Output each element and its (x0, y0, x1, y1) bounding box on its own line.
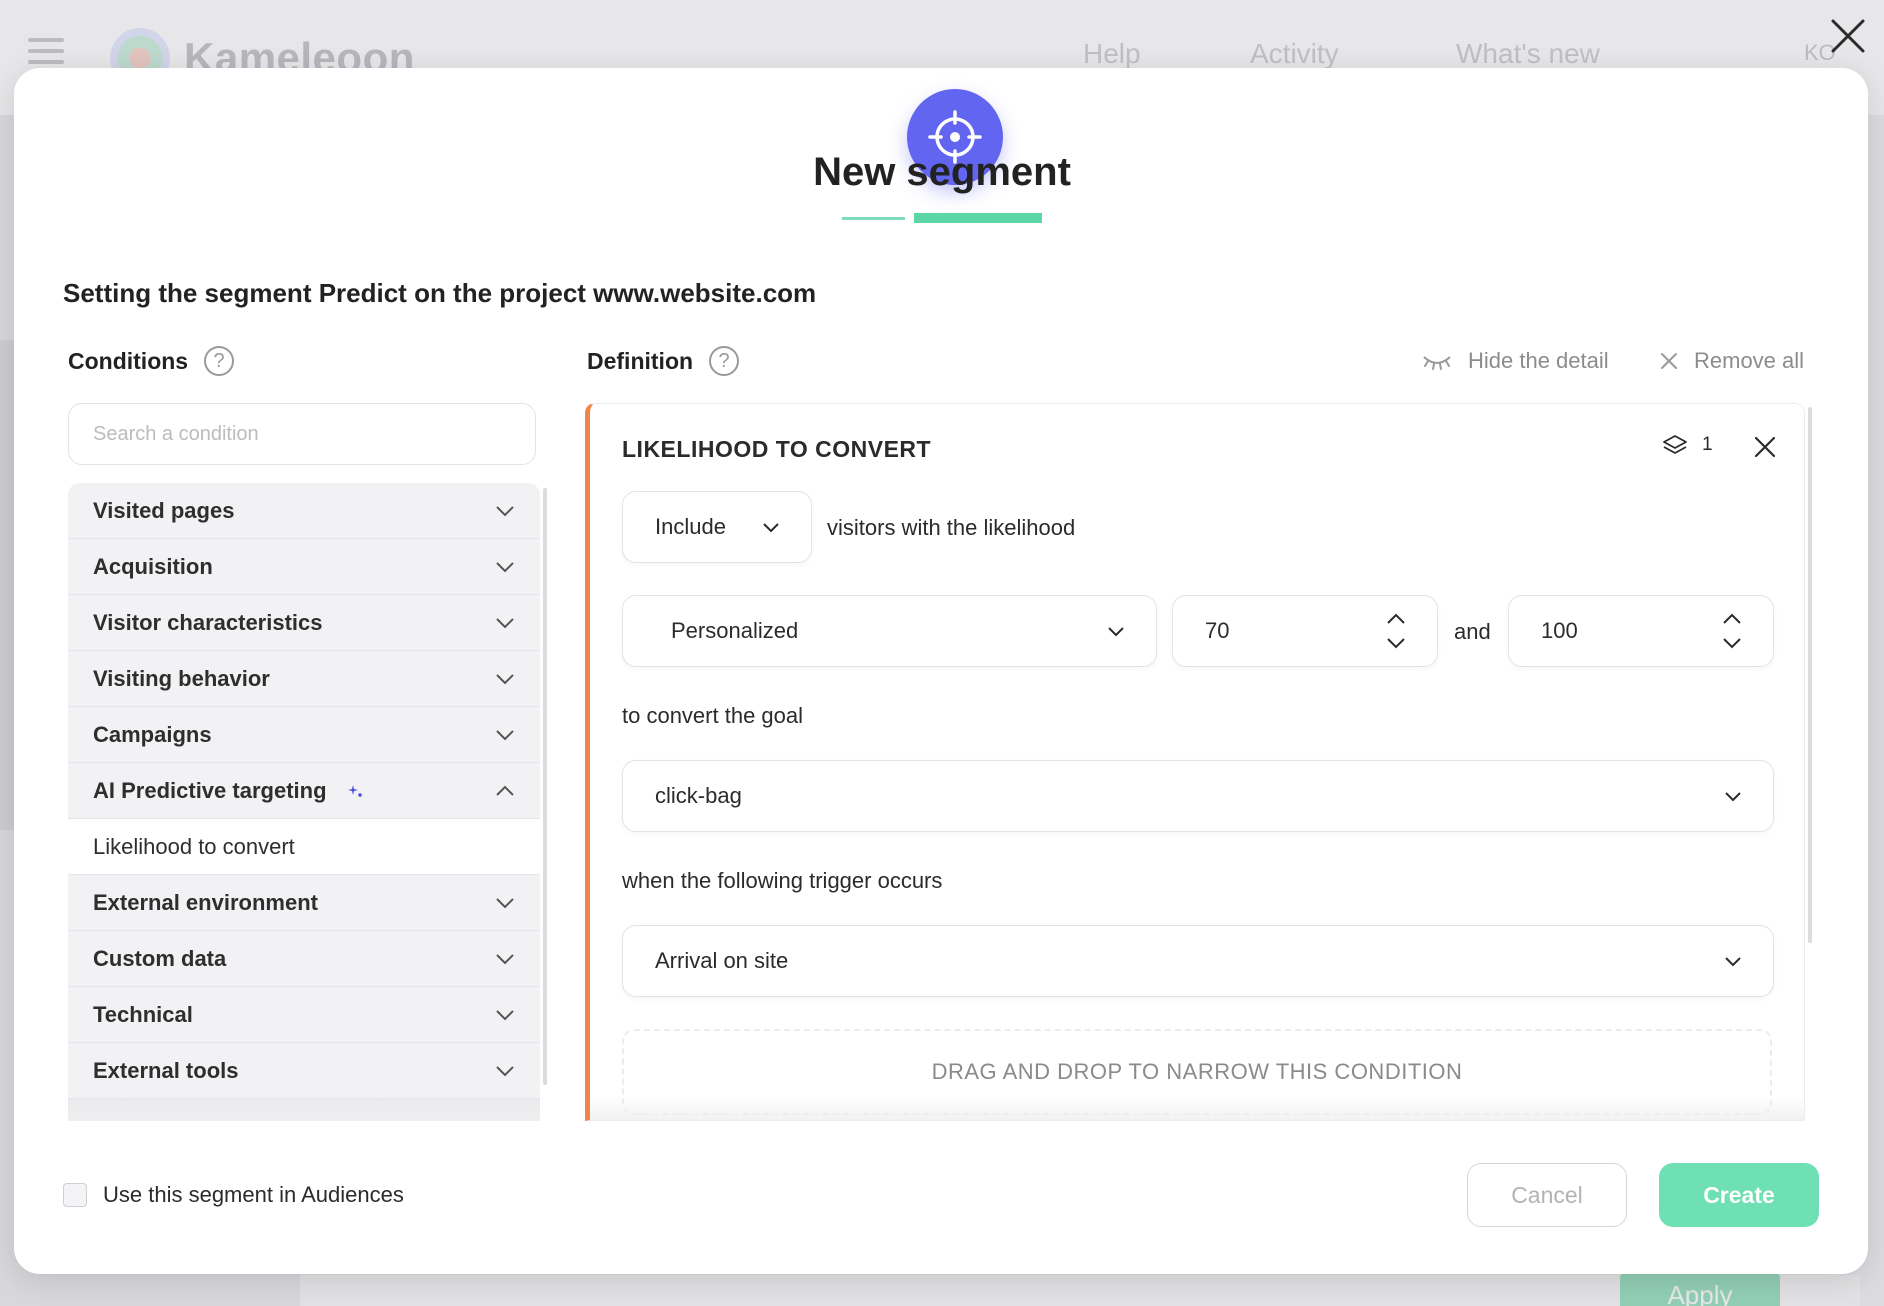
step-indicator-1 (842, 217, 905, 220)
condition-group-acquisition[interactable]: Acquisition (68, 539, 540, 595)
conditions-scrollbar[interactable] (543, 488, 547, 1085)
condition-group-label: Visited pages (93, 497, 235, 523)
condition-group-ai-predictive-targeting[interactable]: AI Predictive targeting (68, 763, 540, 819)
sparkle-icon (347, 784, 362, 797)
close-icon (1661, 353, 1677, 369)
conditions-heading: Conditions ? (68, 346, 235, 376)
chevron-down-icon (496, 561, 514, 572)
chevron-down-icon (1725, 792, 1741, 802)
eye-closed-icon (1423, 356, 1451, 370)
layers-icon (1663, 435, 1687, 454)
likelihood-mode-select[interactable]: Personalized (622, 595, 1157, 667)
chevron-down-icon (496, 897, 514, 908)
remove-all-button[interactable]: Remove all (1660, 348, 1804, 374)
condition-group-label: AI Predictive targeting (93, 777, 327, 803)
stepper-icon[interactable] (1385, 611, 1407, 651)
condition-group-label: Visitor characteristics (93, 609, 323, 635)
goal-value: click-bag (655, 783, 742, 808)
definition-heading: Definition ? (587, 346, 740, 376)
condition-group-visitor-characteristics[interactable]: Visitor characteristics (68, 595, 540, 651)
chevron-down-icon (496, 617, 514, 628)
goal-select[interactable]: click-bag (622, 760, 1774, 832)
condition-group-label: Technical (93, 1001, 193, 1027)
min-value-stepper[interactable]: 70 (1172, 595, 1438, 667)
close-modal-button[interactable] (1828, 16, 1868, 56)
likelihood-text: visitors with the likelihood (827, 515, 1076, 540)
layer-count-value: 1 (1702, 434, 1713, 455)
condition-groups-list: Visited pages Acquisition Visitor charac… (68, 483, 540, 1121)
max-value-stepper[interactable]: 100 (1508, 595, 1774, 667)
condition-group-label: Visiting behavior (93, 665, 270, 691)
condition-group-custom-data[interactable]: Custom data (68, 931, 540, 987)
close-icon[interactable] (1752, 434, 1778, 460)
conditions-label: Conditions (68, 347, 189, 374)
condition-card-likelihood: LIKELIHOOD TO CONVERT 1 Include visitors… (585, 403, 1805, 1121)
include-value: Include (655, 514, 726, 539)
condition-likelihood-to-convert[interactable]: Likelihood to convert (68, 819, 540, 875)
step-indicator-2 (914, 213, 1042, 223)
min-value: 70 (1205, 618, 1230, 643)
hide-detail-button[interactable]: Hide the detail (1422, 348, 1609, 374)
chevron-down-icon (496, 1009, 514, 1020)
cancel-button[interactable]: Cancel (1467, 1163, 1627, 1227)
max-value: 100 (1541, 618, 1578, 643)
condition-group-label: External tools (93, 1057, 239, 1083)
trigger-value: Arrival on site (655, 948, 789, 973)
condition-list-overflow (68, 1099, 540, 1121)
condition-group-label: External environment (93, 889, 318, 915)
mode-value: Personalized (671, 618, 799, 643)
search-condition-input[interactable]: Search a condition (68, 403, 536, 465)
condition-group-visiting-behavior[interactable]: Visiting behavior (68, 651, 540, 707)
modal-subtitle: Setting the segment Predict on the proje… (63, 278, 817, 308)
condition-group-label: Custom data (93, 945, 227, 971)
modal-title: New segment (813, 150, 1071, 194)
chevron-down-icon (1725, 957, 1741, 967)
trigger-select[interactable]: Arrival on site (622, 925, 1774, 997)
card-title: LIKELIHOOD TO CONVERT (622, 436, 932, 462)
goal-text: to convert the goal (622, 703, 804, 728)
condition-group-external-environment[interactable]: External environment (68, 875, 540, 931)
chevron-up-icon (496, 785, 514, 796)
condition-group-label-wrap: AI Predictive targeting (93, 778, 363, 804)
create-button[interactable]: Create (1659, 1163, 1819, 1227)
chevron-down-icon (496, 673, 514, 684)
condition-group-campaigns[interactable]: Campaigns (68, 707, 540, 763)
use-in-audiences-label: Use this segment in Audiences (103, 1182, 404, 1207)
layer-count[interactable]: 1 (1662, 434, 1713, 456)
definition-scrollbar[interactable] (1808, 407, 1812, 943)
chevron-down-icon (763, 523, 779, 533)
condition-group-external-tools[interactable]: External tools (68, 1043, 540, 1099)
chevron-down-icon (1108, 627, 1124, 637)
condition-group-visited-pages[interactable]: Visited pages (68, 483, 540, 539)
condition-group-technical[interactable]: Technical (68, 987, 540, 1043)
condition-group-label: Acquisition (93, 553, 213, 579)
include-select[interactable]: Include (622, 491, 812, 563)
help-icon[interactable]: ? (204, 346, 235, 376)
close-icon (1831, 19, 1865, 53)
definition-label: Definition (587, 347, 694, 374)
remove-all-label: Remove all (1694, 348, 1805, 373)
use-in-audiences-checkbox[interactable] (63, 1183, 87, 1207)
help-icon[interactable]: ? (709, 346, 740, 376)
chevron-down-icon (496, 953, 514, 964)
hide-detail-label: Hide the detail (1468, 348, 1609, 373)
chevron-down-icon (496, 729, 514, 740)
trigger-text: when the following trigger occurs (622, 868, 943, 893)
chevron-down-icon (496, 505, 514, 516)
and-text: and (1454, 619, 1491, 644)
condition-group-label: Campaigns (93, 721, 212, 747)
card-overflow-fade (590, 1096, 1804, 1120)
chevron-down-icon (496, 1065, 514, 1076)
stepper-icon[interactable] (1721, 611, 1743, 651)
use-in-audiences-option[interactable]: Use this segment in Audiences (63, 1182, 404, 1208)
